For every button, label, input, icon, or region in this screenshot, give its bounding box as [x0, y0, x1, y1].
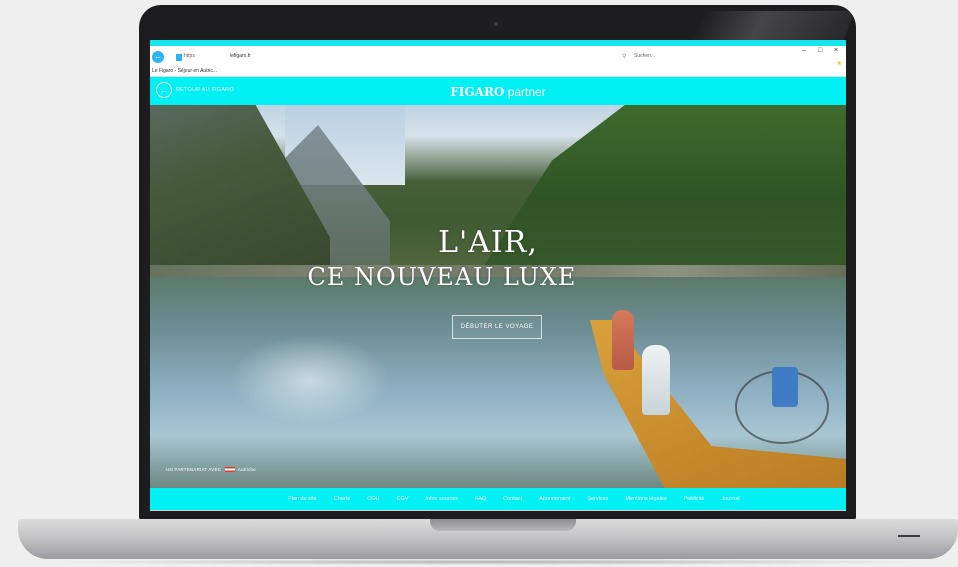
- footer-link[interactable]: Abonnement: [539, 496, 570, 502]
- hero-person-woman: [612, 310, 634, 370]
- site-footer: Plan du site Charte CGU CGV Infos source…: [150, 488, 846, 510]
- footer-link[interactable]: CGU: [367, 496, 379, 502]
- footer-link[interactable]: Charte: [334, 496, 351, 502]
- hero-title-line1: L'AIR,: [438, 225, 538, 260]
- laptop-base: [18, 519, 958, 559]
- footer-link[interactable]: Services: [587, 496, 608, 502]
- browser-back-button[interactable]: ←: [152, 51, 164, 63]
- footer-link[interactable]: Plan du site: [288, 496, 317, 502]
- hero-title-line2: CE NOUVEAU LUXE: [307, 263, 577, 291]
- search-icon: ⚲: [622, 54, 627, 60]
- favorites-bar: Le Figaro - Séjour en Autric...: [150, 68, 846, 77]
- site-header: ← RETOUR AU FIGARO FIGARO partner: [150, 77, 846, 105]
- laptop-hinge-notch: [430, 519, 576, 531]
- taskbar-strip: [150, 510, 846, 511]
- favorite-item[interactable]: Le Figaro - Séjour en Autric...: [152, 68, 217, 74]
- brand-light: partner: [504, 85, 546, 99]
- minimize-button[interactable]: –: [802, 47, 806, 54]
- url-host[interactable]: lefigaro.fr: [230, 53, 251, 59]
- laptop-shadow: [40, 559, 940, 565]
- maximize-button[interactable]: □: [818, 47, 822, 54]
- page-icon: [176, 54, 182, 61]
- footer-link[interactable]: Infos sources: [425, 496, 458, 502]
- partner-brand: Autriche: [237, 467, 256, 472]
- footer-link[interactable]: Contact: [503, 496, 522, 502]
- browser-address-bar: ← https lefigaro.fr ⚲ Suchen... – □ × ★: [150, 46, 846, 68]
- hero-reflection: [230, 335, 390, 425]
- footer-link[interactable]: CGV: [397, 496, 409, 502]
- footer-link[interactable]: Publicité: [684, 496, 705, 502]
- partner-text: UN PARTENARIAT AVEC: [166, 467, 222, 472]
- footer-link[interactable]: FAQ: [475, 496, 486, 502]
- url-scheme[interactable]: https: [184, 53, 195, 59]
- camera-dot: [494, 22, 498, 26]
- austria-flag-icon: [224, 467, 235, 473]
- brand-bold: FIGARO: [450, 85, 505, 99]
- hero-jacket: [772, 367, 798, 407]
- footer-link[interactable]: Mentions légales: [625, 496, 666, 502]
- close-button[interactable]: ×: [834, 47, 838, 54]
- screen-glare: [693, 11, 855, 41]
- start-journey-button[interactable]: DÉBUTER LE VOYAGE: [452, 315, 542, 339]
- laptop-indicator: [898, 535, 920, 537]
- laptop-screen: ← https lefigaro.fr ⚲ Suchen... – □ × ★ …: [150, 40, 846, 511]
- search-input[interactable]: Suchen...: [634, 53, 744, 63]
- partner-credit: UN PARTENARIAT AVEC Autriche: [166, 467, 256, 473]
- footer-links: Plan du site Charte CGU CGV Infos source…: [288, 496, 757, 502]
- favorite-star-icon[interactable]: ★: [837, 60, 842, 67]
- hero-person-man: [642, 345, 670, 415]
- hero-image: L'AIR, CE NOUVEAU LUXE DÉBUTER LE VOYAGE…: [150, 105, 846, 488]
- footer-link[interactable]: Journal: [722, 496, 740, 502]
- brand-logo[interactable]: FIGARO partner: [150, 85, 846, 99]
